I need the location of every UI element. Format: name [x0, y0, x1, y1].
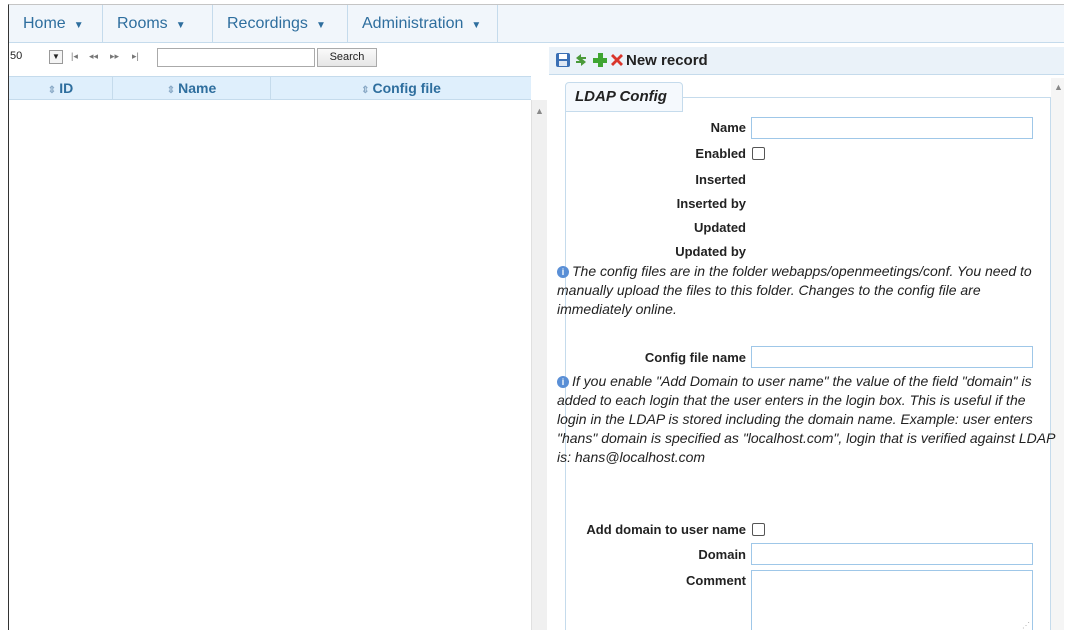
enabled-label: Enabled [695, 146, 746, 161]
menu-home[interactable]: Home ▼ [9, 5, 103, 43]
scroll-up-icon[interactable]: ▲ [535, 106, 544, 116]
ldap-list-panel: 50 ▼ |◂ ◂◂ ▸▸ ▸| Search ⇕ ID ⇕ Name ⇕ Confi… [9, 44, 547, 630]
add-domain-checkbox[interactable] [752, 523, 765, 536]
column-header-config-file[interactable]: ⇕ Config file [271, 77, 531, 99]
next-page-icon[interactable]: ▸▸ [110, 51, 119, 62]
grid-scrollbar[interactable]: ▲ [531, 100, 547, 630]
menu-rooms-label: Rooms [117, 15, 168, 32]
refresh-icon[interactable] [573, 52, 589, 68]
ldap-config-legend: LDAP Config [565, 82, 683, 112]
config-info-message: The config files are in the folder webap… [557, 263, 1032, 317]
search-input[interactable] [157, 48, 315, 67]
config-info-text: i The config files are in the folder weba… [557, 262, 1047, 319]
comment-label: Comment [686, 573, 746, 588]
new-record-button[interactable]: New record [626, 52, 708, 69]
search-button[interactable]: Search [317, 48, 377, 67]
app-frame: Home ▼ Rooms ▼ Recordings ▼ Administration ▼… [8, 4, 1064, 630]
sort-icon: ⇕ [166, 85, 176, 96]
chevron-down-icon: ▼ [175, 20, 186, 31]
menu-recordings[interactable]: Recordings ▼ [213, 5, 348, 43]
prev-page-icon[interactable]: ◂◂ [89, 51, 98, 62]
ldap-form-panel: New record LDAP Config ▲ Name Enabled In… [549, 44, 1064, 630]
grid-header: ⇕ ID ⇕ Name ⇕ Config file [9, 76, 531, 100]
config-file-name-label: Config file name [644, 350, 746, 365]
chevron-down-icon: ▼ [471, 20, 482, 31]
chevron-down-icon: ▼ [315, 20, 326, 31]
name-label: Name [710, 120, 746, 135]
column-header-name[interactable]: ⇕ Name [113, 77, 271, 99]
add-icon[interactable] [592, 52, 608, 68]
main-menu-bar: Home ▼ Rooms ▼ Recordings ▼ Administration ▼ [9, 5, 1064, 43]
updated-label: Updated [694, 220, 746, 235]
domain-label: Domain [698, 547, 746, 562]
enabled-checkbox[interactable] [752, 147, 765, 160]
grid-toolbar: 50 ▼ |◂ ◂◂ ▸▸ ▸| Search [9, 47, 547, 71]
menu-home-label: Home [23, 15, 66, 32]
column-header-id[interactable]: ⇕ ID [9, 77, 113, 99]
comment-textarea[interactable]: ⋰ [751, 570, 1033, 630]
resize-grip-icon[interactable]: ⋰ [1022, 621, 1030, 630]
page-size-dropdown[interactable]: ▼ [49, 50, 63, 64]
info-icon: i [557, 376, 569, 388]
info-icon: i [557, 266, 569, 278]
chevron-down-icon: ▼ [73, 20, 84, 31]
inserted-label: Inserted [695, 172, 746, 187]
domain-info-message: If you enable "Add Domain to user name" … [557, 373, 1055, 465]
inserted-by-label: Inserted by [676, 196, 746, 211]
last-page-icon[interactable]: ▸| [132, 51, 139, 62]
config-file-name-input[interactable] [751, 346, 1033, 368]
domain-info-text: i If you enable "Add Domain to user name"… [557, 372, 1057, 467]
domain-input[interactable] [751, 543, 1033, 565]
save-icon[interactable] [555, 52, 571, 68]
sort-icon: ⇕ [361, 85, 370, 96]
name-input[interactable] [751, 117, 1033, 139]
menu-rooms[interactable]: Rooms ▼ [103, 5, 213, 43]
menu-administration[interactable]: Administration ▼ [348, 5, 498, 43]
column-header-config-file-label: Config file [372, 80, 441, 96]
first-page-icon[interactable]: |◂ [71, 51, 78, 62]
form-scrollbar[interactable]: ▲ [1051, 78, 1064, 630]
page-size-value: 50 [10, 50, 23, 62]
column-header-name-label: Name [178, 80, 217, 96]
column-header-id-label: ID [59, 80, 74, 96]
form-toolbar: New record [549, 47, 1064, 75]
grid-body [9, 100, 531, 630]
add-domain-label: Add domain to user name [586, 522, 746, 537]
menu-recordings-label: Recordings [227, 15, 308, 32]
updated-by-label: Updated by [675, 244, 746, 259]
sort-icon: ⇕ [47, 85, 57, 96]
scroll-up-icon[interactable]: ▲ [1054, 82, 1063, 92]
menu-administration-label: Administration [362, 15, 464, 32]
delete-icon[interactable] [609, 52, 625, 68]
